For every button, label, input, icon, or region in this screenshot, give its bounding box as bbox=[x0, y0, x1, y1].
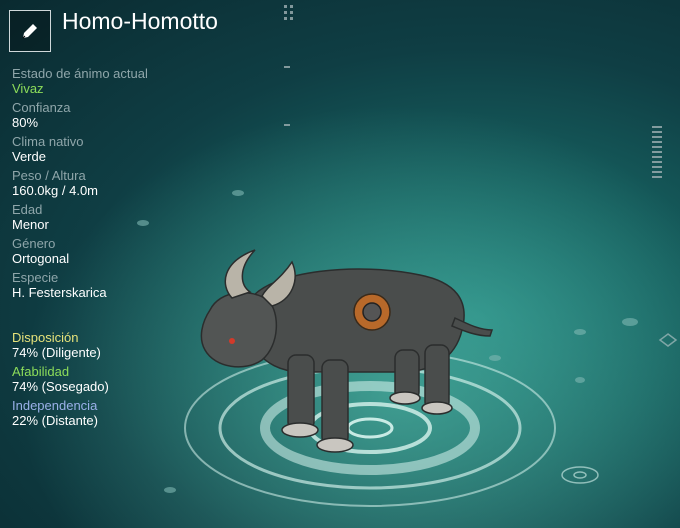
trait-label: Afabilidad bbox=[12, 364, 70, 379]
trait-label: Independencia bbox=[12, 398, 98, 413]
stat-value: Ortogonal bbox=[12, 251, 70, 266]
trait-affability: Afabilidad 74% (Sosegado) bbox=[12, 364, 272, 395]
stat-mood: Estado de ánimo actual Vivaz bbox=[12, 66, 272, 97]
stat-trust: Confianza 80% bbox=[12, 100, 272, 131]
stat-age: Edad Menor bbox=[12, 202, 272, 233]
stat-label: Estado de ánimo actual bbox=[12, 66, 148, 81]
trait-disposition: Disposición 74% (Diligente) bbox=[12, 330, 272, 361]
stat-value: Vivaz bbox=[12, 81, 44, 96]
stat-label: Género bbox=[12, 236, 56, 251]
creature-stats: Estado de ánimo actual Vivaz Confianza 8… bbox=[12, 66, 272, 304]
stat-value: Verde bbox=[12, 149, 46, 164]
stat-size: Peso / Altura 160.0kg / 4.0m bbox=[12, 168, 272, 199]
stat-label: Confianza bbox=[12, 100, 71, 115]
pencil-icon bbox=[22, 24, 37, 39]
stat-value: H. Festerskarica bbox=[12, 285, 107, 300]
edit-name-button[interactable] bbox=[9, 10, 51, 52]
stat-label: Peso / Altura bbox=[12, 168, 86, 183]
trait-label: Disposición bbox=[12, 330, 79, 345]
stat-value: Menor bbox=[12, 217, 49, 232]
stat-label: Edad bbox=[12, 202, 43, 217]
stat-species: Especie H. Festerskarica bbox=[12, 270, 272, 301]
stat-label: Clima nativo bbox=[12, 134, 84, 149]
creature-traits: Disposición 74% (Diligente) Afabilidad 7… bbox=[12, 330, 272, 432]
stat-value: 160.0kg / 4.0m bbox=[12, 183, 98, 198]
stat-climate: Clima nativo Verde bbox=[12, 134, 272, 165]
trait-value: 74% (Sosegado) bbox=[12, 379, 109, 394]
trait-value: 22% (Distante) bbox=[12, 413, 98, 428]
stat-value: 80% bbox=[12, 115, 39, 130]
trait-independence: Independencia 22% (Distante) bbox=[12, 398, 272, 429]
trait-value: 74% (Diligente) bbox=[12, 345, 101, 360]
stat-label: Especie bbox=[12, 270, 59, 285]
stat-gender: Género Ortogonal bbox=[12, 236, 272, 267]
creature-name: Homo-Homotto bbox=[62, 8, 218, 34]
